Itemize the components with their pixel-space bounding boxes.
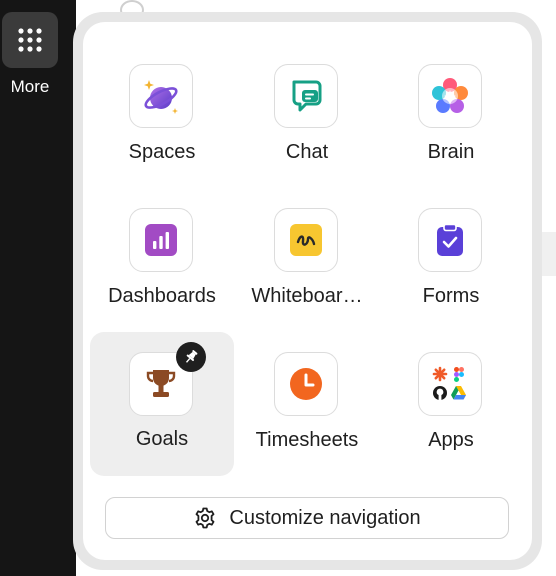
customize-navigation-label: Customize navigation [229, 506, 421, 529]
whiteboard-icon [290, 224, 322, 256]
menu-item-label: Dashboards [108, 285, 216, 307]
apps-icon [432, 366, 466, 400]
menu-item-dashboards[interactable]: Dashboards [90, 177, 234, 321]
pin-badge[interactable] [176, 342, 206, 372]
menu-item-label: Apps [428, 429, 474, 451]
menu-item-icon-box [418, 352, 482, 416]
menu-item-label: Goals [135, 428, 189, 450]
gear-icon [195, 507, 215, 529]
grid-dots-icon [18, 28, 42, 52]
menu-item-brain[interactable]: Brain [379, 33, 523, 177]
menu-item-label: Brain [427, 141, 475, 163]
menu-item-whiteboards[interactable]: Whiteboar… [235, 177, 379, 321]
menu-item-label: Whiteboar… [251, 285, 363, 307]
chat-icon [292, 80, 322, 112]
more-menu-popover: Spaces Chat Brain Dashboards Whiteboar… … [83, 22, 532, 560]
left-rail: More [0, 0, 76, 576]
menu-item-icon-box [274, 208, 338, 272]
menu-item-icon-box [129, 64, 193, 128]
menu-item-spaces[interactable]: Spaces [90, 33, 234, 177]
pin-icon [185, 350, 198, 363]
menu-item-icon-box [418, 208, 482, 272]
menu-item-label: Chat [285, 141, 329, 163]
brain-icon [432, 78, 468, 113]
menu-item-icon-box [274, 64, 338, 128]
menu-item-goals[interactable]: Goals [90, 332, 234, 476]
menu-item-label: Timesheets [255, 429, 359, 451]
menu-item-timesheets[interactable]: Timesheets [235, 321, 379, 465]
menu-item-forms[interactable]: Forms [379, 177, 523, 321]
menu-item-chat[interactable]: Chat [235, 33, 379, 177]
menu-item-label: Spaces [128, 141, 196, 163]
forms-icon [437, 223, 463, 256]
menu-item-icon-box [418, 64, 482, 128]
more-button[interactable] [2, 12, 58, 68]
more-label: More [10, 77, 50, 96]
dashboards-icon [145, 224, 177, 256]
planet-icon [144, 80, 178, 114]
menu-item-icon-box [274, 352, 338, 416]
clock-icon [290, 368, 322, 400]
menu-item-label: Forms [422, 285, 480, 307]
customize-navigation-button[interactable]: Customize navigation [105, 497, 509, 539]
menu-item-icon-box [129, 208, 193, 272]
trophy-icon [146, 370, 176, 397]
menu-item-apps[interactable]: Apps [379, 321, 523, 465]
